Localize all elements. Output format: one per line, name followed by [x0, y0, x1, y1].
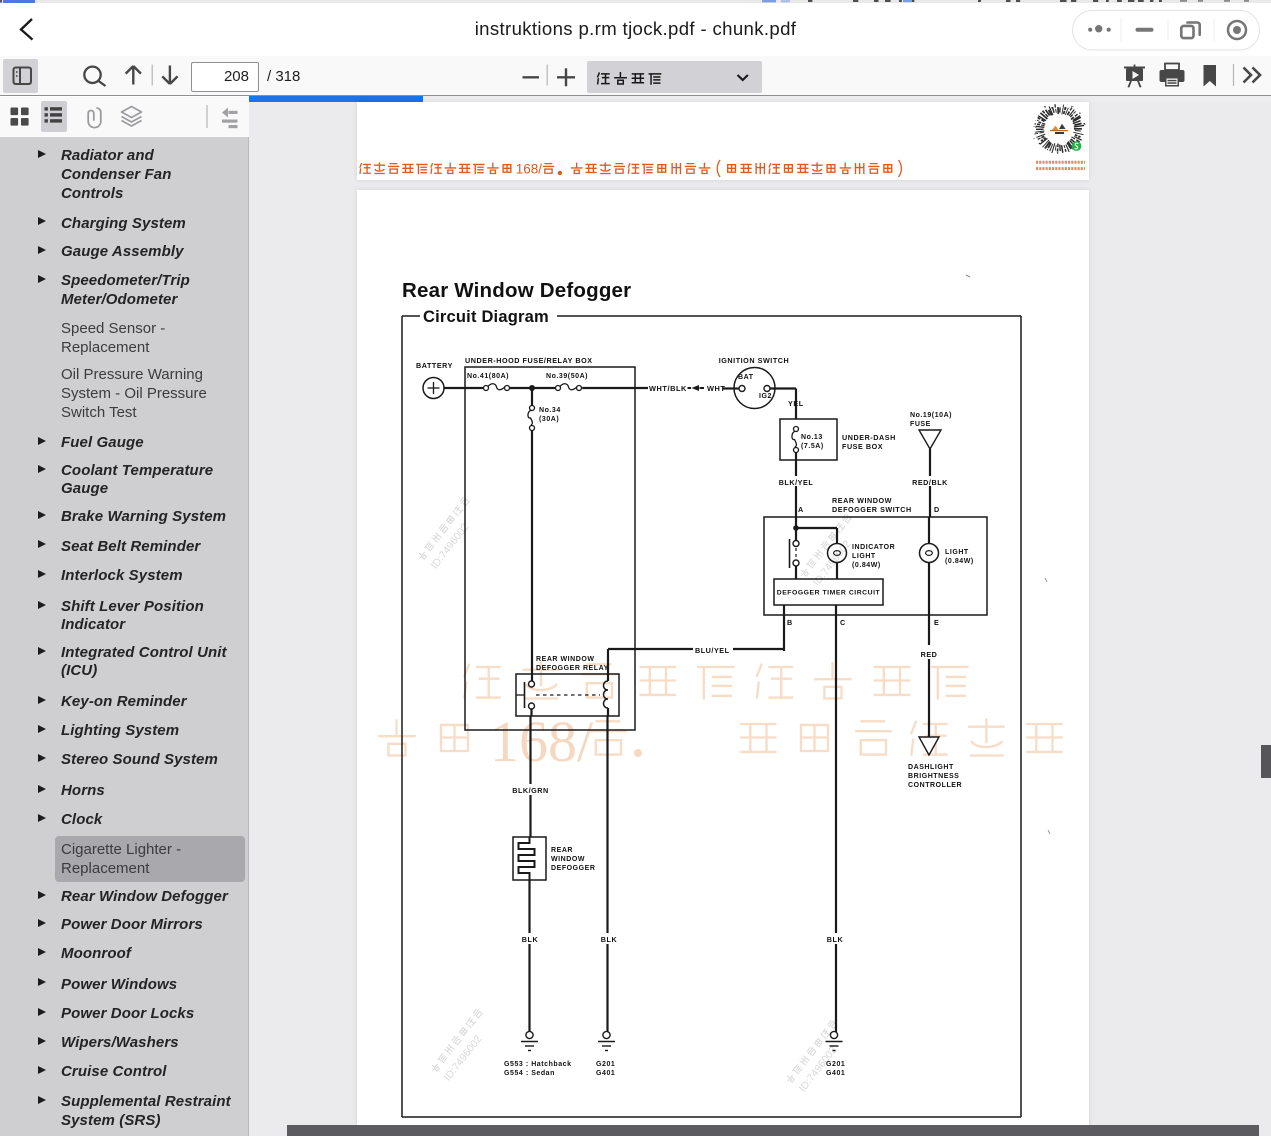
svg-text:BLU/YEL: BLU/YEL [695, 646, 730, 655]
svg-text:BRIGHTNESS: BRIGHTNESS [908, 773, 959, 780]
svg-text:DEFOGGER SWITCH: DEFOGGER SWITCH [832, 505, 912, 514]
svg-text:B: B [787, 618, 793, 627]
svg-text:No.39(50A): No.39(50A) [546, 373, 588, 380]
svg-text:Rear Window Defogger: Rear Window Defogger [402, 279, 631, 302]
svg-text:UNDER-HOOD FUSE/RELAY BOX: UNDER-HOOD FUSE/RELAY BOX [465, 356, 593, 365]
svg-text:WHT: WHT [707, 384, 725, 393]
svg-text:(0.84W): (0.84W) [852, 562, 881, 569]
svg-text:RED: RED [921, 650, 938, 659]
svg-text:G401: G401 [826, 1070, 845, 1077]
svg-text:BLK/YEL: BLK/YEL [779, 478, 814, 487]
svg-text:No.34: No.34 [539, 407, 561, 414]
svg-text:INDICATOR: INDICATOR [852, 544, 895, 551]
svg-text:D: D [934, 505, 940, 514]
svg-text:BLK: BLK [601, 935, 618, 944]
svg-text:BLK: BLK [522, 935, 539, 944]
svg-text:FUSE: FUSE [910, 421, 931, 428]
svg-text:G553 : Hatchback: G553 : Hatchback [504, 1061, 572, 1068]
svg-text:RED/BLK: RED/BLK [912, 478, 948, 487]
svg-text:LIGHT: LIGHT [852, 553, 876, 560]
svg-text:No.19(10A): No.19(10A) [910, 412, 952, 419]
svg-text:IGNITION SWITCH: IGNITION SWITCH [719, 356, 790, 365]
svg-text:REAR WINDOW: REAR WINDOW [536, 656, 595, 663]
svg-text:G554 : Sedan: G554 : Sedan [504, 1070, 555, 1077]
svg-text:BLK: BLK [827, 935, 844, 944]
svg-text:(7.5A): (7.5A) [801, 443, 824, 450]
svg-text:BAT: BAT [738, 374, 754, 381]
svg-text:G201: G201 [826, 1061, 845, 1068]
svg-text:FUSE BOX: FUSE BOX [842, 442, 883, 451]
svg-text:DEFOGGER TIMER CIRCUIT: DEFOGGER TIMER CIRCUIT [777, 590, 881, 597]
svg-text:A: A [798, 505, 804, 514]
svg-text:LIGHT: LIGHT [945, 549, 969, 556]
svg-text:ID:7496002: ID:7496002 [442, 1033, 485, 1083]
svg-text:REAR: REAR [551, 847, 573, 854]
svg-text:DEFOGGER: DEFOGGER [551, 865, 595, 872]
svg-text:No.41(80A): No.41(80A) [467, 373, 509, 380]
svg-text:G201: G201 [596, 1061, 615, 1068]
svg-text:E: E [934, 618, 939, 627]
svg-text:(0.84W): (0.84W) [945, 558, 974, 565]
svg-text:Circuit Diagram: Circuit Diagram [423, 308, 549, 326]
svg-text:YEL: YEL [788, 399, 804, 408]
svg-text:C: C [840, 618, 846, 627]
svg-text:168/: 168/ [490, 709, 594, 774]
svg-text:REAR WINDOW: REAR WINDOW [832, 496, 892, 505]
svg-text:G401: G401 [596, 1070, 615, 1077]
svg-text:BLK/GRN: BLK/GRN [512, 786, 549, 795]
svg-text:IG2: IG2 [759, 393, 772, 400]
svg-text:WHT/BLK: WHT/BLK [649, 384, 687, 393]
svg-text:CONTROLLER: CONTROLLER [908, 782, 962, 789]
svg-text:UNDER-DASH: UNDER-DASH [842, 433, 896, 442]
svg-text:WINDOW: WINDOW [551, 856, 585, 863]
svg-text:BATTERY: BATTERY [416, 361, 453, 370]
svg-text:DASHLIGHT: DASHLIGHT [908, 764, 954, 771]
svg-text:(30A): (30A) [539, 416, 559, 423]
svg-text:No.13: No.13 [801, 434, 823, 441]
svg-text:DEFOGGER RELAY: DEFOGGER RELAY [536, 665, 609, 672]
svg-text:168/: 168/ [516, 162, 543, 177]
